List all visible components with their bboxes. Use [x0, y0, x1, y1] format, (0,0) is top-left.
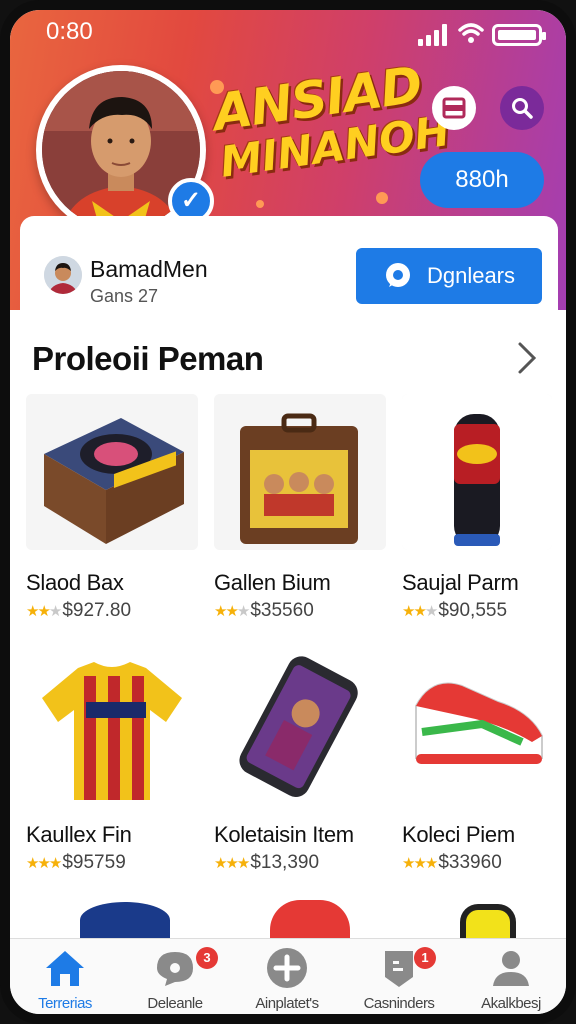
chat-bubble-icon	[385, 263, 410, 287]
product-card[interactable]: Gallen Bium ★★★ $35560	[214, 394, 394, 622]
product-name: Kaullex Fin	[26, 822, 132, 847]
tab-home[interactable]: Terrerias	[10, 945, 120, 1012]
plus-icon	[267, 948, 307, 988]
scan-icon	[442, 97, 466, 119]
product-image	[402, 394, 552, 550]
download-button-label: Dgnlears	[426, 263, 516, 288]
product-card[interactable]: Saujal Parm ★★★ $90,555	[402, 394, 566, 622]
product-price: $33960	[438, 852, 502, 873]
bottom-tab-bar: Terrerias 3 Deleanle Ainplatet's 1 Casni…	[10, 938, 566, 1014]
product-image	[214, 646, 386, 802]
product-card[interactable]: Kaullex Fin ★★★ $95759	[26, 646, 206, 874]
product-card[interactable]: Slaod Bax ★★★ $927.80	[26, 394, 206, 622]
product-name: Koletaisin Item	[214, 822, 354, 847]
star-icon: ★	[214, 855, 228, 872]
section-title: Proleoii Peman	[32, 340, 264, 377]
search-button[interactable]	[500, 86, 544, 130]
coins-pill-button[interactable]: 880h	[420, 152, 544, 208]
product-name: Gallen Bium	[214, 570, 331, 595]
status-time: 0:80	[46, 18, 93, 45]
rating-stars-icon: ★★★	[402, 855, 439, 872]
star-icon: ★	[225, 603, 239, 620]
rating-stars-icon: ★★★	[214, 603, 251, 620]
mini-avatar[interactable]	[44, 256, 82, 294]
tab-add[interactable]: Ainplatet's	[232, 945, 342, 1012]
download-button[interactable]: Dgnlears	[356, 248, 542, 304]
tab-messages[interactable]: 3 Deleanle	[120, 945, 230, 1012]
product-price: $35560	[250, 600, 314, 621]
tab-label: Deleanle	[147, 995, 203, 1012]
mini-avatar-photo	[44, 256, 82, 294]
star-icon: ★	[48, 603, 63, 620]
product-price: $13,390	[250, 852, 320, 873]
star-icon: ★	[37, 603, 51, 620]
profile-subtitle: Gans 27	[90, 286, 159, 306]
star-icon: ★	[26, 855, 40, 872]
star-icon: ★	[236, 855, 251, 872]
star-icon: ★	[402, 855, 416, 872]
chat-icon	[157, 952, 193, 986]
product-image	[26, 646, 198, 802]
tab-label: Terrerias	[38, 995, 92, 1012]
star-icon: ★	[424, 855, 439, 872]
tab-label: Ainplatet's	[255, 995, 319, 1012]
product-price: $927.80	[62, 600, 132, 621]
battery-icon	[492, 24, 546, 46]
star-icon: ★	[48, 855, 63, 872]
product-image-partial	[80, 902, 170, 938]
product-name: Slaod Bax	[26, 570, 124, 595]
tag-icon	[385, 951, 413, 987]
rating-stars-icon: ★★★	[26, 855, 63, 872]
tab-label: Akalkbesj	[481, 995, 541, 1012]
tab-account[interactable]: Akalkbesj	[456, 945, 566, 1012]
product-name: Koleci Piem	[402, 822, 515, 847]
brand-logo: ANSIAD MINANOH	[210, 56, 453, 187]
phone-screen: 0:80 ✓ ANSIAD MINANOH 880h BamadMen Gans…	[0, 0, 576, 1024]
product-image	[402, 646, 552, 802]
rating-stars-icon: ★★★	[402, 603, 439, 620]
product-image	[214, 394, 386, 550]
product-image-partial	[270, 900, 350, 938]
wifi-icon	[458, 23, 484, 43]
product-card[interactable]: Koleci Piem ★★★ $33960	[402, 646, 566, 874]
search-icon	[512, 98, 533, 119]
tab-label: Casninders	[363, 995, 435, 1012]
star-icon: ★	[402, 603, 416, 620]
chevron-right-icon[interactable]	[514, 338, 540, 378]
star-icon: ★	[37, 855, 51, 872]
product-image	[26, 394, 198, 550]
profile-name: BamadMen	[90, 256, 208, 282]
product-price: $90,555	[438, 600, 508, 621]
star-icon: ★	[413, 603, 427, 620]
star-icon: ★	[225, 855, 239, 872]
notification-badge: 1	[414, 947, 436, 969]
product-card[interactable]: Koletaisin Item ★★★ $13,390	[214, 646, 394, 874]
product-price: $95759	[62, 852, 126, 873]
sparkle-icon	[376, 192, 388, 204]
signal-icon	[418, 24, 448, 46]
rating-stars-icon: ★★★	[214, 855, 251, 872]
star-icon: ★	[236, 603, 251, 620]
star-icon: ★	[26, 603, 40, 620]
rating-stars-icon: ★★★	[26, 603, 63, 620]
star-icon: ★	[413, 855, 427, 872]
user-icon	[493, 951, 529, 986]
tab-categories[interactable]: 1 Casninders	[344, 945, 454, 1012]
notification-badge: 3	[196, 947, 218, 969]
status-bar: 0:80	[10, 16, 566, 52]
home-icon	[46, 951, 84, 986]
product-image-partial	[460, 904, 516, 938]
sparkle-icon	[256, 200, 264, 208]
star-icon: ★	[214, 603, 228, 620]
scan-button[interactable]	[432, 86, 476, 130]
profile-card: BamadMen Gans 27 Dgnlears	[20, 216, 558, 326]
star-icon: ★	[424, 603, 439, 620]
product-name: Saujal Parm	[402, 570, 519, 595]
